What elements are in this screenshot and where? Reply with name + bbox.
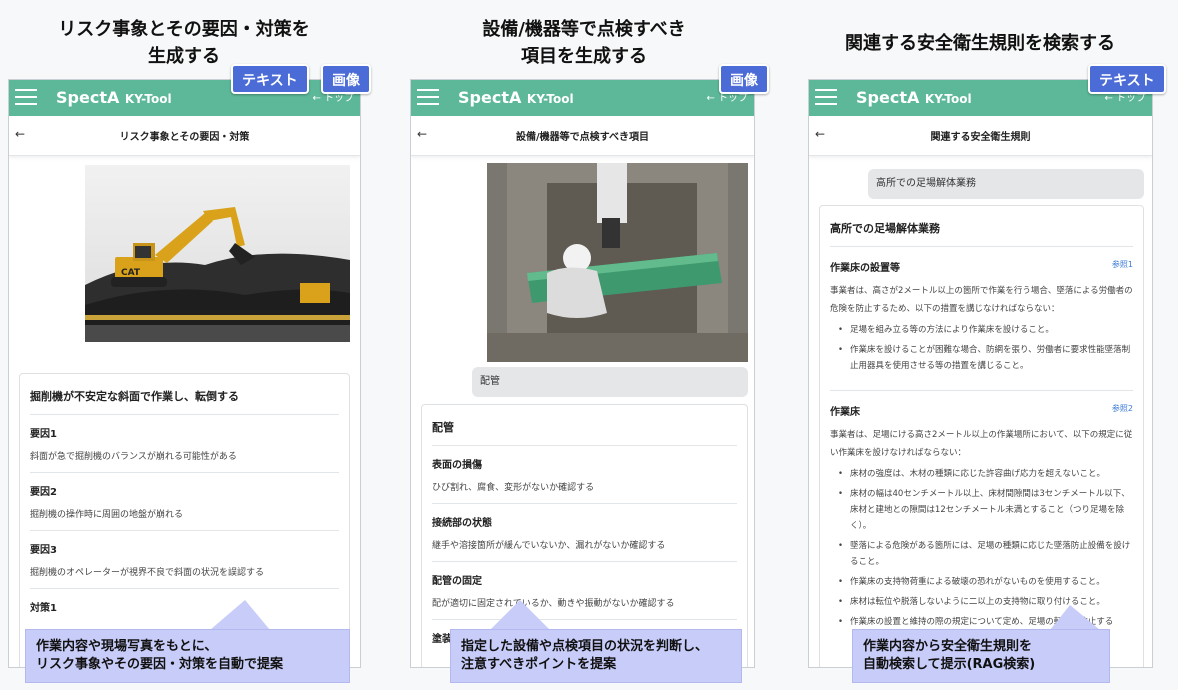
page-titlebar: ← リスク事象とその要因・対策 (9, 116, 360, 156)
column-1-heading: リスク事象とその要因・対策を 生成する (0, 16, 368, 70)
callout-1-line1: 作業内容や現場写真をもとに、 (36, 639, 218, 654)
menu-icon[interactable] (815, 86, 837, 106)
text-input-tag: テキスト (1088, 64, 1166, 94)
list-item: 要因3 掘削機のオペレーターが視界不良で斜面の状況を誤認する (30, 531, 339, 589)
item-text: 掘削機の操作時に周囲の地盤が崩れる (30, 510, 184, 520)
app-logo: SpectA KY-Tool (56, 88, 172, 107)
rule-bullets: 足場を組み立る等の方法により作業床を設けること。 作業床を設けることが困難な場合… (830, 322, 1133, 374)
rule-heading-text: 作業床 (830, 407, 860, 418)
item-heading: 対策1 (30, 603, 57, 614)
callout-2: 指定した設備や点検項目の状況を判断し、 注意すべきポイントを提案 (450, 629, 742, 683)
column-2-heading: 設備/機器等で点検すべき 項目を生成する (400, 16, 768, 70)
list-item: 対策1 (30, 589, 339, 633)
brand-sub: KY-Tool (924, 92, 972, 106)
item-text: ひび割れ、腐食、変形がないか確認する (432, 483, 595, 493)
brand-sub: KY-Tool (124, 92, 172, 106)
rule-bullet: 足場を組み立る等の方法により作業床を設けること。 (830, 322, 1133, 338)
rule-bullet: 作業床を設けることが困難な場合、防網を張り、労働者に要求性能墜落制止用器具を使用… (830, 342, 1133, 374)
app-logo: SpectA KY-Tool (458, 88, 574, 107)
list-item: 接続部の状態 継手や溶接箇所が緩んでいないか、漏れがないか確認する (432, 504, 737, 562)
brand-name: SpectA (458, 88, 522, 107)
rule-block: 作業床 参照2 事業者は、足場にける高さ2メートル以上の作業場所において、以下の… (830, 391, 1133, 630)
brand-name: SpectA (856, 88, 920, 107)
rule-heading: 作業床 参照2 (830, 391, 1133, 418)
list-item: 配管の固定 配が適切に固定されているか、動きや振動がないか確認する (432, 562, 737, 620)
item-heading: 要因2 (30, 487, 57, 498)
rule-bullet: 作業床の支持物荷重による破壊の恐れがないものを使用すること。 (830, 574, 1133, 590)
rule-bullet: 床材の幅は40センチメートル以上、床材間隙間は3センチメートル以下、床材と建地と… (830, 486, 1133, 534)
item-text: 継手や溶接箇所が緩んでいないか、漏れがないか確認する (432, 541, 666, 551)
image-input-tag: 画像 (719, 64, 769, 94)
column-1-heading-line1: リスク事象とその要因・対策を (58, 19, 310, 40)
rule-text: 事業者は、高さが2メートル以上の箇所で作業を行う場合、墜落による労働者の危険を防… (830, 286, 1133, 314)
callout-1-line2: リスク事象やその要因・対策を自動で提案 (36, 657, 284, 672)
item-heading: 要因3 (30, 545, 57, 556)
rules-card: 高所での足場解体業務 作業床の設置等 参照1 事業者は、高さが2メートル以上の箇… (819, 205, 1144, 667)
rules-title: 高所での足場解体業務 (830, 206, 1133, 247)
brand-name: SpectA (56, 88, 120, 107)
callout-3-tail (1050, 605, 1100, 630)
page-title: 設備/機器等で点検すべき項目 (516, 132, 649, 143)
list-item: 要因1 斜面が急で掘削機のバランスが崩れる可能性がある (30, 415, 339, 473)
item-heading: 表面の損傷 (432, 460, 482, 471)
callout-2-line2: 注意すべきポイントを提案 (461, 657, 617, 672)
page-titlebar: ← 設備/機器等で点検すべき項目 (411, 116, 754, 156)
column-1-heading-line2: 生成する (148, 46, 220, 67)
rule-bullet: 床材の強度は、木材の種類に応じた許容曲げ応力を超えないこと。 (830, 466, 1133, 482)
callout-2-tail (490, 600, 550, 630)
item-text: 掘削機のオペレーターが視界不良で斜面の状況を誤認する (30, 568, 265, 578)
risk-card: 掘削機が不安定な斜面で作業し、転倒する 要因1 斜面が急で掘削機のバランスが崩れ… (19, 373, 350, 667)
text-input-tag: テキスト (231, 64, 309, 94)
excavator-photo: CAT (85, 165, 350, 342)
query-bubble: 配管 (472, 367, 748, 397)
phone-screen-3: SpectA KY-Tool ← トップ ← 関連する安全衛生規則 高所での足場… (808, 79, 1153, 668)
brand-sub: KY-Tool (526, 92, 574, 106)
phone-screen-2: SpectA KY-Tool ← トップ ← 設備/機器等で点検すべき項目 配管… (410, 79, 755, 668)
menu-icon[interactable] (417, 86, 439, 106)
column-2-heading-line1: 設備/機器等で点検すべき (482, 19, 686, 40)
callout-1-tail (210, 600, 270, 630)
item-text: 斜面が急で掘削機のバランスが崩れる可能性がある (30, 452, 237, 462)
menu-icon[interactable] (15, 86, 37, 106)
item-heading: 配管の固定 (432, 576, 482, 587)
column-3-heading: 関連する安全衛生規則を検索する (790, 30, 1170, 57)
callout-3-line2: 自動検索して提示(RAG検索) (863, 657, 1036, 672)
rule-block: 作業床の設置等 参照1 事業者は、高さが2メートル以上の箇所で作業を行う場合、墜… (830, 247, 1133, 391)
callout-1: 作業内容や現場写真をもとに、 リスク事象やその要因・対策を自動で提案 (25, 629, 350, 683)
phone-screen-1: SpectA KY-Tool ← トップ ← リスク事象とその要因・対策 CAT… (8, 79, 361, 668)
rule-text: 事業者は、足場にける高さ2メートル以上の作業場所において、以下の規定に従い作業床… (830, 430, 1133, 458)
reference-link[interactable]: 参照1 (1112, 259, 1133, 270)
column-2-heading-line2: 項目を生成する (521, 46, 647, 67)
callout-2-line1: 指定した設備や点検項目の状況を判断し、 (461, 639, 709, 654)
page-titlebar: ← 関連する安全衛生規則 (809, 116, 1152, 156)
list-item: 表面の損傷 ひび割れ、腐食、変形がないか確認する (432, 446, 737, 504)
page-title: 関連する安全衛生規則 (930, 132, 1031, 143)
app-logo: SpectA KY-Tool (856, 88, 972, 107)
list-item: 要因2 掘削機の操作時に周囲の地盤が崩れる (30, 473, 339, 531)
page-title: リスク事象とその要因・対策 (119, 132, 250, 143)
reference-link[interactable]: 参照2 (1112, 403, 1133, 414)
image-input-tag: 画像 (321, 64, 371, 94)
svg-text:CAT: CAT (121, 268, 141, 278)
pipe-inspection-photo (487, 163, 748, 362)
item-heading: 接続部の状態 (432, 518, 492, 529)
app-header: SpectA KY-Tool ← トップ (411, 80, 754, 116)
item-text: 配が適切に固定されているか、動きや振動がないか確認する (432, 599, 675, 609)
rule-heading-text: 作業床の設置等 (830, 263, 900, 274)
equipment-title: 配管 (432, 405, 737, 446)
column-3-heading-line1: 関連する安全衛生規則を検索する (845, 33, 1115, 54)
item-heading: 要因1 (30, 429, 57, 440)
query-bubble: 高所での足場解体業務 (868, 169, 1144, 199)
rule-bullet: 墜落による危険がある箇所には、足場の種類に応じた墜落防止設備を設けること。 (830, 538, 1133, 570)
callout-3: 作業内容から安全衛生規則を 自動検索して提示(RAG検索) (852, 629, 1110, 683)
callout-3-line1: 作業内容から安全衛生規則を (863, 639, 1033, 654)
rule-heading: 作業床の設置等 参照1 (830, 247, 1133, 274)
risk-title: 掘削機が不安定な斜面で作業し、転倒する (30, 374, 339, 415)
